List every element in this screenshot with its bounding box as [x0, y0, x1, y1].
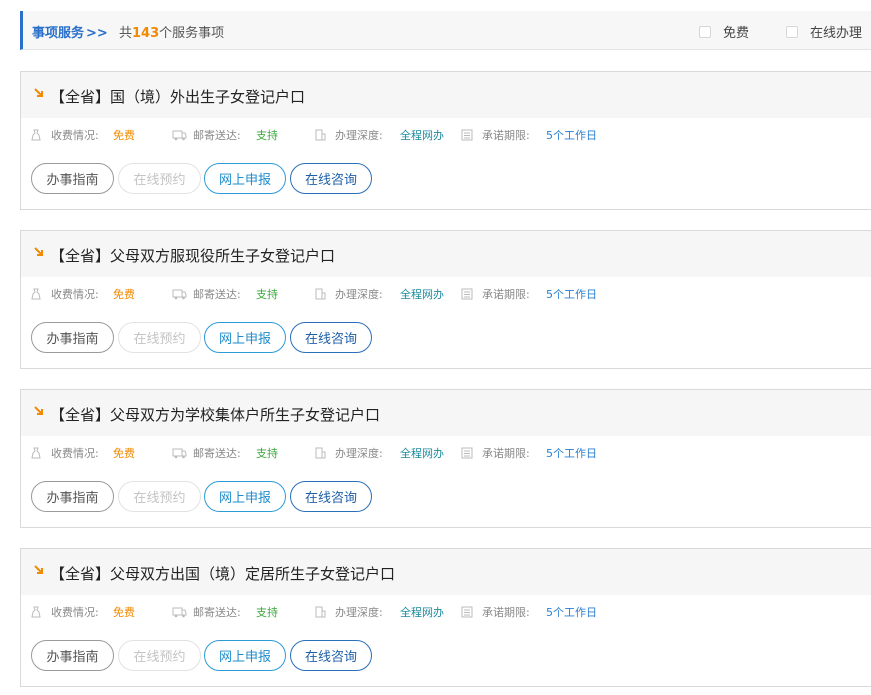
fee-label: 收费情况: — [51, 606, 99, 619]
service-item-meta: 收费情况: 免费 邮寄送达: 支持 办理深度: 全程网办 承诺期限: 5个工作日 — [21, 127, 871, 143]
deadline-value: 5个工作日 — [546, 447, 597, 460]
mail-value: 支持 — [256, 447, 278, 460]
money-bag-icon — [31, 606, 41, 618]
service-item-title-bar: 【全省】国（境）外出生子女登记户口 — [21, 72, 871, 118]
truck-icon — [172, 448, 187, 459]
calendar-icon — [461, 129, 473, 141]
list-header: 事项服务 >> 共143个服务事项 免费 在线办理 — [20, 11, 871, 50]
truck-icon — [172, 607, 187, 618]
guide-button[interactable]: 办事指南 — [31, 163, 114, 194]
service-item-title[interactable]: 【全省】父母双方出国（境）定居所生子女登记户口 — [50, 563, 395, 584]
mail-value: 支持 — [256, 606, 278, 619]
depth-value: 全程网办 — [400, 129, 444, 142]
fee-label: 收费情况: — [51, 288, 99, 301]
guide-button[interactable]: 办事指南 — [31, 322, 114, 353]
breadcrumb-label[interactable]: 事项服务 — [32, 26, 84, 41]
filter-online-checkbox[interactable]: 在线办理 — [786, 22, 862, 41]
calendar-icon — [461, 606, 473, 618]
consult-online-button[interactable]: 在线咨询 — [290, 481, 372, 512]
filter-online-label[interactable]: 在线办理 — [810, 22, 862, 41]
money-bag-icon — [31, 447, 41, 459]
reserve-button[interactable]: 在线预约 — [118, 640, 201, 671]
filter-free-label[interactable]: 免费 — [723, 22, 749, 41]
depth-label: 办理深度: — [335, 447, 383, 460]
fee-label: 收费情况: — [51, 129, 99, 142]
service-item-meta: 收费情况: 免费 邮寄送达: 支持 办理深度: 全程网办 承诺期限: 5个工作日 — [21, 286, 871, 302]
deadline-value: 5个工作日 — [546, 288, 597, 301]
guide-button[interactable]: 办事指南 — [31, 481, 114, 512]
service-item-title-bar: 【全省】父母双方服现役所生子女登记户口 — [21, 231, 871, 277]
arrow-down-right-icon — [34, 565, 43, 574]
apply-online-button[interactable]: 网上申报 — [204, 640, 286, 671]
service-item-meta: 收费情况: 免费 邮寄送达: 支持 办理深度: 全程网办 承诺期限: 5个工作日 — [21, 445, 871, 461]
money-bag-icon — [31, 288, 41, 300]
consult-online-button[interactable]: 在线咨询 — [290, 163, 372, 194]
building-icon — [315, 606, 326, 618]
depth-label: 办理深度: — [335, 288, 383, 301]
depth-value: 全程网办 — [400, 288, 444, 301]
money-bag-icon — [31, 129, 41, 141]
apply-online-button[interactable]: 网上申报 — [204, 481, 286, 512]
service-item-card: 【全省】父母双方为学校集体户所生子女登记户口 收费情况: 免费 邮寄送达: 支持… — [20, 389, 871, 528]
reserve-button[interactable]: 在线预约 — [118, 481, 201, 512]
service-item-card: 【全省】父母双方出国（境）定居所生子女登记户口 收费情况: 免费 邮寄送达: 支… — [20, 548, 871, 687]
apply-online-button[interactable]: 网上申报 — [204, 322, 286, 353]
service-item-title-bar: 【全省】父母双方出国（境）定居所生子女登记户口 — [21, 549, 871, 595]
apply-online-button[interactable]: 网上申报 — [204, 163, 286, 194]
service-item-meta: 收费情况: 免费 邮寄送达: 支持 办理深度: 全程网办 承诺期限: 5个工作日 — [21, 604, 871, 620]
mail-label: 邮寄送达: — [193, 288, 241, 301]
service-item-title[interactable]: 【全省】父母双方服现役所生子女登记户口 — [50, 245, 335, 266]
deadline-label: 承诺期限: — [482, 288, 530, 301]
mail-label: 邮寄送达: — [193, 129, 241, 142]
deadline-label: 承诺期限: — [482, 447, 530, 460]
guide-button[interactable]: 办事指南 — [31, 640, 114, 671]
building-icon — [315, 288, 326, 300]
deadline-value: 5个工作日 — [546, 129, 597, 142]
consult-online-button[interactable]: 在线咨询 — [290, 322, 372, 353]
breadcrumb[interactable]: 事项服务 >> — [32, 22, 108, 41]
consult-online-button[interactable]: 在线咨询 — [290, 640, 372, 671]
calendar-icon — [461, 288, 473, 300]
arrow-down-right-icon — [34, 88, 43, 97]
depth-label: 办理深度: — [335, 129, 383, 142]
deadline-value: 5个工作日 — [546, 606, 597, 619]
item-count: 共143个服务事项 — [119, 22, 224, 41]
building-icon — [315, 447, 326, 459]
service-item-title[interactable]: 【全省】国（境）外出生子女登记户口 — [50, 86, 305, 107]
truck-icon — [172, 289, 187, 300]
building-icon — [315, 129, 326, 141]
truck-icon — [172, 130, 187, 141]
depth-label: 办理深度: — [335, 606, 383, 619]
mail-value: 支持 — [256, 288, 278, 301]
filter-free-checkbox[interactable]: 免费 — [699, 22, 749, 41]
mail-label: 邮寄送达: — [193, 447, 241, 460]
fee-value: 免费 — [113, 606, 135, 619]
count-prefix: 共 — [119, 26, 133, 41]
fee-value: 免费 — [113, 447, 135, 460]
checkbox-box[interactable] — [699, 25, 711, 38]
service-item-title-bar: 【全省】父母双方为学校集体户所生子女登记户口 — [21, 390, 871, 436]
arrow-down-right-icon — [34, 247, 43, 256]
breadcrumb-arrows: >> — [86, 26, 108, 41]
service-item-card: 【全省】父母双方服现役所生子女登记户口 收费情况: 免费 邮寄送达: 支持 办理… — [20, 230, 871, 369]
depth-value: 全程网办 — [400, 447, 444, 460]
reserve-button[interactable]: 在线预约 — [118, 322, 201, 353]
count-number: 143 — [132, 26, 160, 41]
service-item-title[interactable]: 【全省】父母双方为学校集体户所生子女登记户口 — [50, 404, 380, 425]
depth-value: 全程网办 — [400, 606, 444, 619]
calendar-icon — [461, 447, 473, 459]
fee-label: 收费情况: — [51, 447, 99, 460]
mail-value: 支持 — [256, 129, 278, 142]
fee-value: 免费 — [113, 129, 135, 142]
mail-label: 邮寄送达: — [193, 606, 241, 619]
arrow-down-right-icon — [34, 406, 43, 415]
deadline-label: 承诺期限: — [482, 606, 530, 619]
checkbox-box[interactable] — [786, 25, 798, 38]
reserve-button[interactable]: 在线预约 — [118, 163, 201, 194]
service-item-card: 【全省】国（境）外出生子女登记户口 收费情况: 免费 邮寄送达: 支持 办理深度… — [20, 71, 871, 210]
deadline-label: 承诺期限: — [482, 129, 530, 142]
fee-value: 免费 — [113, 288, 135, 301]
count-suffix: 个服务事项 — [159, 26, 225, 41]
